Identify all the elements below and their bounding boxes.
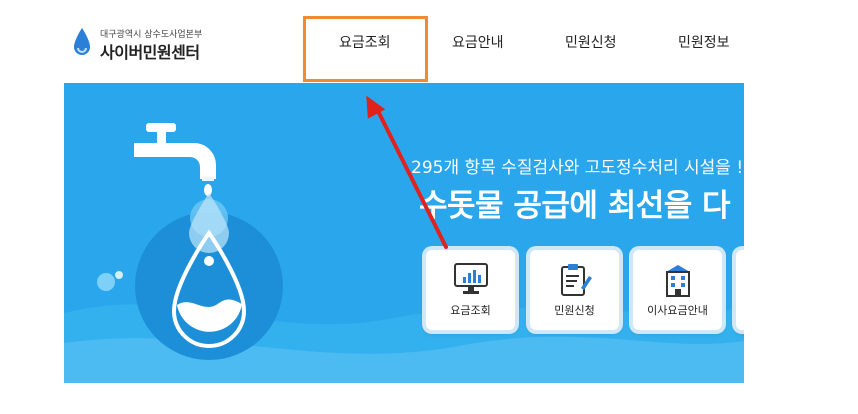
annotation-arrow bbox=[366, 95, 448, 249]
